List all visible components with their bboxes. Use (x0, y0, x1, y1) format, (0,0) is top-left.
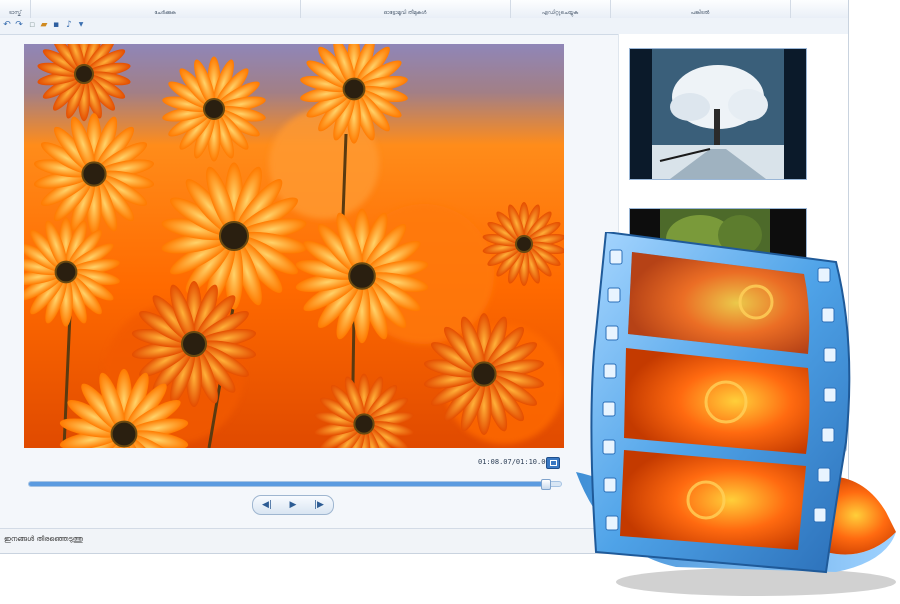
ribbon-group-share[interactable]: പങ്കിടൽ (610, 0, 791, 18)
save-icon[interactable]: ▪ (51, 20, 61, 30)
ribbon-group-label: ടാസ്ക് (8, 10, 22, 16)
dropdown-icon[interactable]: ▼ (76, 20, 86, 30)
ribbon-group-task[interactable]: ടാസ്ക് (0, 0, 31, 18)
undo-icon[interactable]: ↶ (2, 20, 12, 30)
flower-photo (24, 44, 564, 448)
play-button[interactable]: ▶ (280, 496, 306, 514)
seek-bar[interactable] (28, 479, 562, 490)
ribbon-group-label: ഓട്ടോമൂവി തീമുകൾ (383, 10, 427, 16)
ribbon-group-add[interactable]: ചേർക്കുക (30, 0, 301, 18)
open-icon[interactable]: ▰ (39, 20, 49, 30)
seek-bar-fill (29, 482, 546, 486)
redo-icon[interactable]: ↷ (14, 20, 24, 30)
storyboard-item[interactable] (629, 48, 807, 180)
ribbon-group-automovie-themes[interactable]: ഓട്ടോമൂവി തീമുകൾ (300, 0, 511, 18)
new-icon[interactable]: ▫ (27, 20, 37, 30)
snowy-tree-thumbnail (630, 49, 806, 179)
playback-controls: ◀| ▶ |▶ (252, 495, 334, 515)
film-strip-icon (576, 230, 896, 596)
ribbon-group-editing[interactable]: എഡിറ്റുചെയ്യുക (510, 0, 611, 18)
seek-bar-thumb[interactable] (541, 479, 552, 490)
ribbon-group-label: പങ്കിടൽ (690, 10, 710, 16)
video-preview[interactable] (24, 44, 564, 448)
ribbon-group-label: എഡിറ്റുചെയ്യുക (541, 10, 579, 16)
quick-access-toolbar: ↶ ↷ ▫ ▰ ▪ ♪ ▼ (0, 18, 848, 35)
next-frame-button[interactable]: |▶ (306, 496, 332, 514)
fullscreen-button[interactable] (546, 457, 560, 469)
previous-frame-button[interactable]: ◀| (254, 496, 280, 514)
music-icon[interactable]: ♪ (64, 20, 74, 30)
time-readout: 01:08.07/01:10.00 (478, 458, 550, 466)
ribbon: ടാസ്ക് ചേർക്കുക ഓട്ടോമൂവി തീമുകൾ എഡിറ്റു… (0, 0, 848, 19)
ribbon-group-label: ചേർക്കുക (154, 10, 176, 16)
status-text: ഇനങ്ങൾ തിരഞ്ഞെടുത്തു (4, 535, 83, 543)
movie-maker-film-logo (566, 230, 900, 600)
